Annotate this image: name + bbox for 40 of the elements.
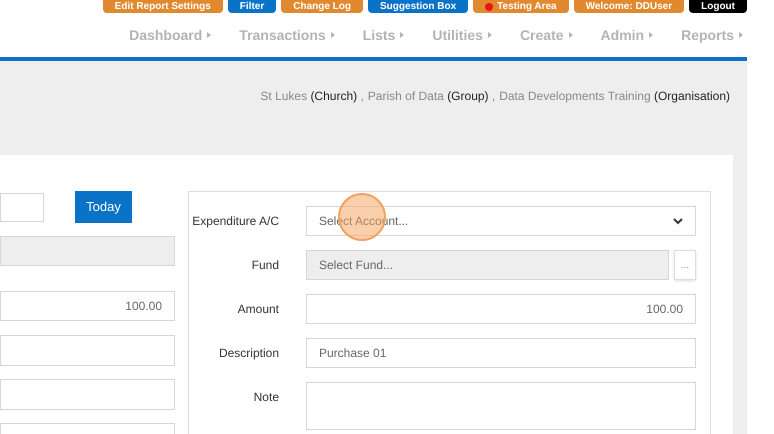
nav-menu-item[interactable]: Admin [600, 24, 654, 46]
caret-right-icon [330, 32, 335, 38]
context-text: Data Developments Training (Organisation) [499, 88, 730, 105]
description-field[interactable]: Purchase 01 [306, 338, 696, 368]
header-button[interactable]: Testing Area [473, 0, 569, 13]
caret-right-icon [649, 32, 654, 38]
header-button[interactable]: Change Log [281, 0, 364, 13]
header-button[interactable]: Suggestion Box [368, 0, 468, 13]
nav-menu-item[interactable]: Dashboard [129, 24, 212, 46]
today-button[interactable]: Today [75, 191, 132, 223]
nav-menu-item[interactable]: Utilities [432, 24, 492, 46]
amount-field[interactable]: 100.00 [306, 294, 696, 324]
field-label: Note [252, 389, 280, 406]
header-button[interactable]: Filter [228, 0, 276, 13]
field-label: Description [218, 345, 280, 362]
amount-field[interactable]: 100.00 [0, 291, 175, 321]
header-button[interactable]: Edit Report Settings [102, 0, 223, 13]
context-text: St Lukes (Church) , [260, 88, 364, 105]
note-field[interactable] [306, 382, 696, 430]
context-text: Parish of Data (Group) , [368, 88, 496, 105]
caret-right-icon [488, 32, 492, 38]
caret-right-icon [400, 32, 404, 38]
input-field[interactable] [0, 379, 175, 410]
nav-menu-item[interactable]: Transactions [239, 24, 335, 46]
header-button[interactable]: Welcome: DDUser [574, 0, 684, 13]
nav-menu-item[interactable]: Create [520, 24, 573, 46]
fund-field[interactable]: Select Fund... [306, 250, 669, 280]
caret-right-icon [207, 32, 212, 38]
browse-button[interactable]: ... [674, 250, 696, 280]
field-label: Expenditure A/C [191, 213, 280, 230]
field-label: Amount [236, 301, 280, 318]
input-field[interactable] [0, 335, 175, 366]
date-field[interactable] [0, 192, 44, 222]
caret-right-icon [739, 32, 743, 38]
nav-menu-item[interactable]: Lists [362, 24, 404, 46]
nav-menu-item[interactable]: Reports [681, 24, 743, 46]
chevron-down-icon [673, 218, 683, 224]
field-label: Fund [250, 257, 280, 274]
header-button[interactable]: Logout [689, 0, 747, 13]
caret-right-icon [568, 32, 573, 38]
